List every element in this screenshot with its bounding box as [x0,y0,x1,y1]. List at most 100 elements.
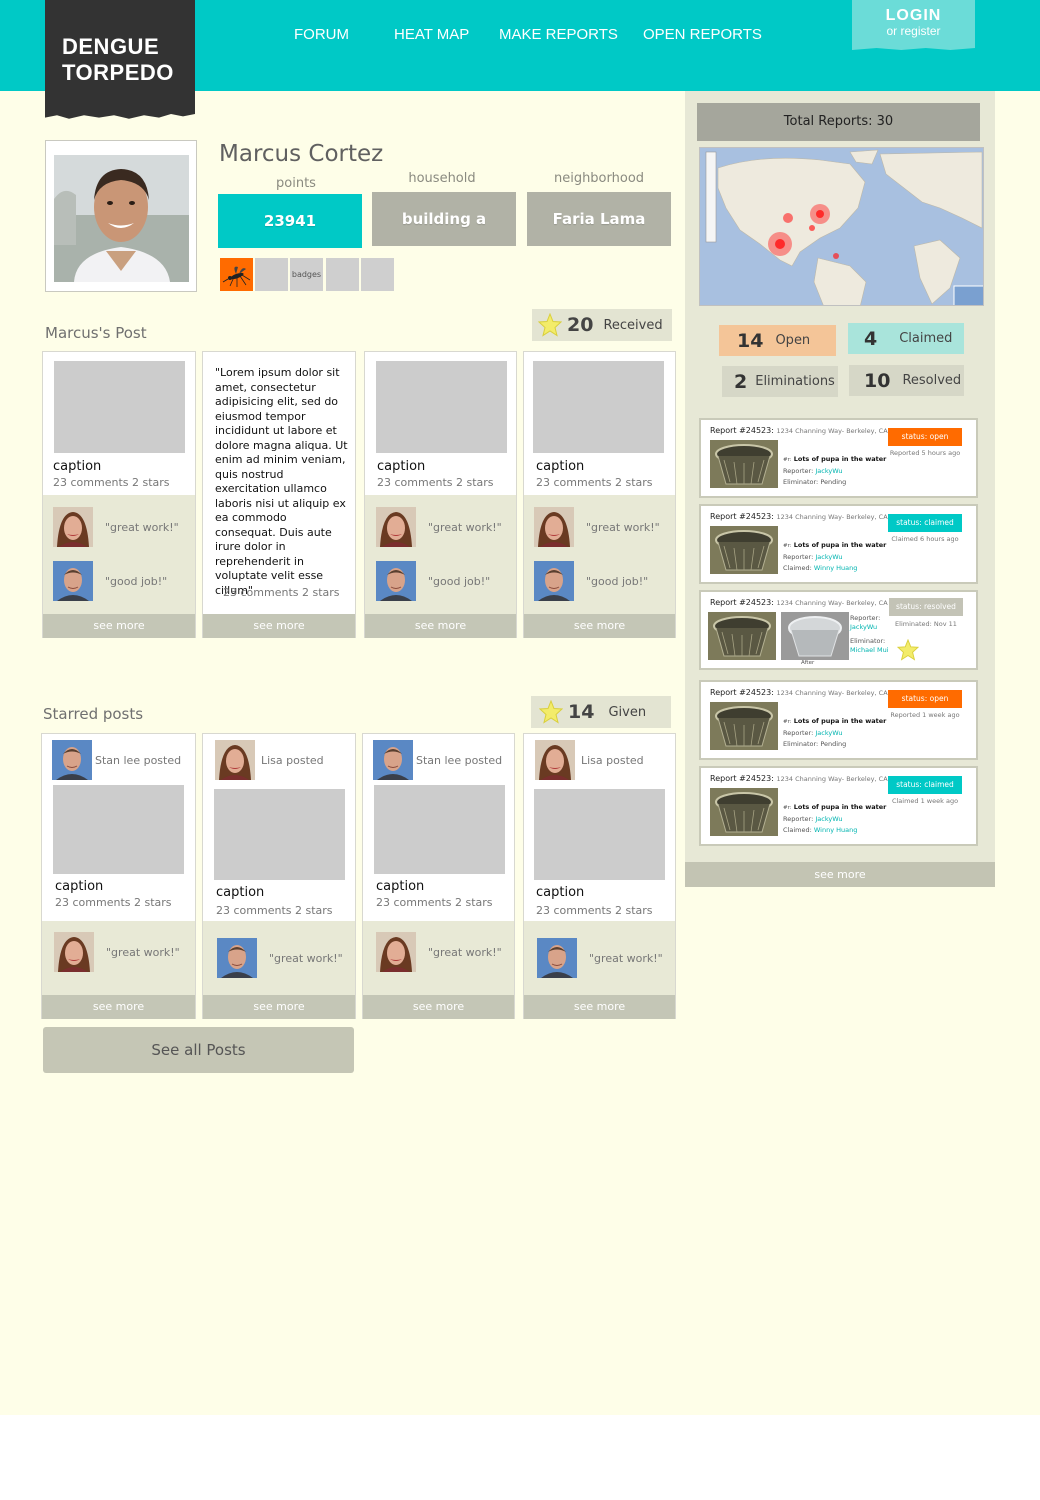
see-more-link[interactable]: see more [203,995,355,1019]
post-card[interactable]: caption 23 comments 2 stars "great work!… [364,351,517,638]
report-address: 1234 Channing Way- Berkeley, CA [776,689,888,697]
mosquito-badge[interactable] [220,258,253,291]
badge-slot[interactable] [361,258,394,291]
reporter-label: Reporter: [783,553,814,561]
comment-text: "good job!" [428,574,491,588]
nav-heat-map[interactable]: HEAT MAP [394,26,469,43]
reporter-link[interactable]: JackyWu [815,729,842,737]
post-image[interactable] [376,361,507,453]
eliminator-value: Pending [820,478,847,486]
resolved-status-count[interactable]: 10 Resolved [849,365,964,396]
claimed-by-link[interactable]: Winny Huang [814,564,857,572]
post-meta: 23 comments 2 stars [55,896,172,909]
report-card[interactable]: Report #24523: 1234 Channing Way- Berkel… [699,590,978,670]
post-meta: 23 comments 2 stars [377,476,494,489]
commenter-avatar-female[interactable] [534,507,574,547]
post-image[interactable] [53,785,184,874]
report-details: #r: Lots of pupa in the water Reporter: … [783,541,887,572]
report-photo[interactable] [710,526,778,574]
login-label: LOGIN [885,7,942,24]
poster-avatar-female[interactable] [215,740,255,780]
report-card[interactable]: Report #24523: 1234 Channing Way- Berkel… [699,680,978,760]
see-more-link[interactable]: see more [365,614,516,638]
report-card[interactable]: Report #24523: 1234 Channing Way- Berkel… [699,418,978,498]
post-card-quote[interactable]: "Lorem ipsum dolor sit amet, consectetur… [202,351,356,638]
post-meta: 23 comments 2 stars [216,904,333,917]
man-avatar-image [217,938,257,978]
report-photo[interactable] [710,702,778,750]
claimed-by-link[interactable]: Winny Huang [814,826,857,834]
report-photo-before[interactable] [708,612,776,660]
reports-see-more-link[interactable]: see more [685,862,995,887]
woman-avatar-image [534,507,574,547]
see-more-link[interactable]: see more [363,995,514,1019]
see-all-posts-button[interactable]: See all Posts [43,1027,354,1073]
report-photo[interactable] [710,440,778,488]
heat-map-thumbnail[interactable] [699,147,984,306]
starred-post-card[interactable]: Stan lee posted caption 23 comments 2 st… [41,733,196,1019]
poster-avatar-male[interactable] [373,740,413,780]
reporter-link[interactable]: JackyWu [815,553,842,561]
post-image[interactable] [533,361,664,453]
badge-slot[interactable] [255,258,288,291]
commenter-avatar-female[interactable] [376,507,416,547]
nav-open-reports[interactable]: OPEN REPORTS [643,26,762,43]
see-more-link[interactable]: see more [42,995,195,1019]
report-photo[interactable] [710,788,778,836]
login-button[interactable]: LOGIN or register [852,0,975,50]
report-card[interactable]: Report #24523: 1234 Channing Way- Berkel… [699,766,978,846]
reporter-label: Reporter: [783,729,814,737]
commenter-avatar-male[interactable] [534,561,574,601]
register-link[interactable]: or register [852,24,975,38]
see-more-link[interactable]: see more [203,614,355,638]
report-card[interactable]: Report #24523: 1234 Channing Way- Berkel… [699,504,978,584]
report-time: Claimed 6 hours ago [891,535,959,543]
commenter-avatar-male[interactable] [217,938,257,978]
poster-avatar-male[interactable] [52,740,92,780]
open-status-count[interactable]: 14 Open [719,325,836,356]
poster-avatar-female[interactable] [535,740,575,780]
eliminations-status-count[interactable]: 2 Eliminations [722,366,838,397]
site-logo[interactable]: DENGUE TORPEDO [45,0,195,119]
nav-make-reports[interactable]: MAKE REPORTS [499,26,618,43]
reporter-link[interactable]: JackyWu [815,467,842,475]
report-photo-after[interactable] [781,612,849,660]
badges-slot[interactable]: badges [290,258,323,291]
claimed-count: 4 [864,327,878,350]
post-image[interactable] [374,785,505,874]
see-more-link[interactable]: see more [524,614,675,638]
reporter-link[interactable]: JackyWu [850,623,889,632]
post-card[interactable]: caption 23 comments 2 stars "great work!… [523,351,676,638]
commenter-avatar-female[interactable] [54,932,94,972]
post-image[interactable] [214,789,345,880]
claimed-status-count[interactable]: 4 Claimed [848,323,964,354]
commenter-avatar-female[interactable] [376,932,416,972]
comment-row: "good job!" [534,561,648,601]
see-more-link[interactable]: see more [43,614,195,638]
man-avatar-image [537,938,577,978]
report-title: Report #24523: 1234 Channing Way- Berkel… [710,426,888,435]
report-details: Reporter: JackyWu Eliminator: Michael Mu… [850,614,889,655]
starred-post-card[interactable]: Lisa posted caption 23 comments 2 stars … [202,733,356,1019]
post-image[interactable] [54,361,185,453]
post-caption: caption [536,885,585,900]
nav-forum[interactable]: FORUM [294,26,349,43]
commenter-avatar-male[interactable] [53,561,93,601]
see-more-link[interactable]: see more [524,995,675,1019]
commenter-avatar-male[interactable] [537,938,577,978]
post-image[interactable] [534,789,665,880]
starred-post-card[interactable]: Stan lee posted caption 23 comments 2 st… [362,733,515,1019]
starred-post-card[interactable]: Lisa posted caption 23 comments 2 stars … [523,733,676,1019]
star-icon[interactable] [897,639,919,661]
badge-slot[interactable] [326,258,359,291]
woman-avatar-image [215,740,255,780]
eliminator-link[interactable]: Michael Mui [850,646,889,655]
report-number: Report #24523: [710,688,774,697]
commenter-avatar-male[interactable] [376,561,416,601]
report-description: Lots of pupa in the water [793,541,887,549]
commenter-avatar-female[interactable] [53,507,93,547]
post-card[interactable]: caption 23 comments 2 stars "great work!… [42,351,196,638]
reporter-link[interactable]: JackyWu [815,815,842,823]
post-meta: 23 comments 2 stars [53,476,170,489]
comment-text: "great work!" [428,945,502,959]
